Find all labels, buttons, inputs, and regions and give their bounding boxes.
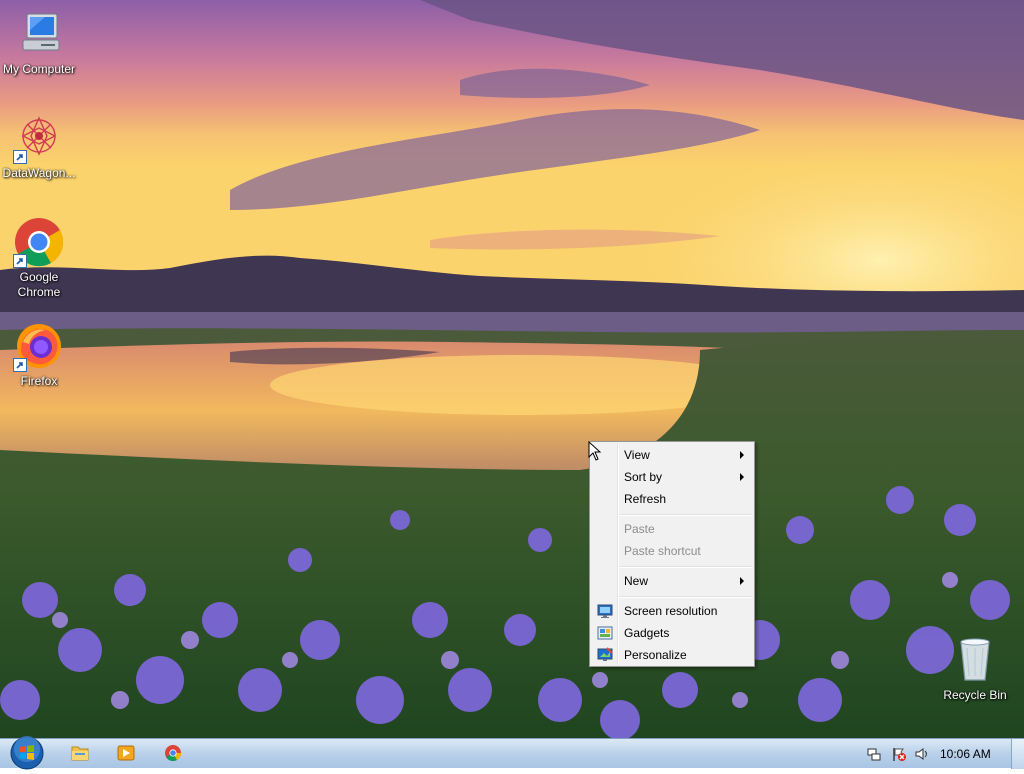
taskbar-clock[interactable]: 10:06 AM: [940, 747, 991, 761]
explorer-icon: [71, 746, 89, 761]
menu-item-label: Paste: [624, 522, 655, 536]
shortcut-arrow-icon: [13, 358, 27, 372]
action-center-flag-icon[interactable]: [891, 746, 907, 762]
mouse-cursor-icon: [588, 441, 602, 461]
desktop-icon-label: Firefox: [20, 374, 58, 388]
menu-item-label: View: [624, 448, 650, 462]
menu-item-label: Paste shortcut: [624, 544, 701, 558]
submenu-arrow-icon: [740, 473, 744, 481]
menu-item-personalize[interactable]: Personalize: [592, 644, 752, 666]
desktop-icon-my-computer[interactable]: My Computer: [0, 8, 78, 77]
desktop-icon-label: DataWagon...: [2, 166, 76, 180]
menu-item-new[interactable]: New: [592, 570, 752, 592]
menu-item-label: New: [624, 574, 649, 588]
volume-icon[interactable]: [914, 746, 930, 762]
personalize-icon: [597, 647, 613, 663]
menu-item-refresh[interactable]: Refresh: [592, 488, 752, 510]
screen-resolution-icon: [597, 603, 613, 619]
menu-item-paste-shortcut[interactable]: Paste shortcut: [592, 540, 752, 562]
menu-separator: [619, 596, 752, 598]
chrome-icon: [165, 745, 182, 762]
desktop-icon-label: Recycle Bin: [943, 688, 1007, 702]
submenu-arrow-icon: [740, 451, 744, 459]
desktop-icon-firefox[interactable]: Firefox: [0, 320, 78, 389]
menu-item-label: Gadgets: [624, 626, 670, 640]
show-desktop-button[interactable]: [1011, 739, 1024, 769]
my-computer-icon: [13, 8, 65, 60]
submenu-arrow-icon: [740, 577, 744, 585]
menu-item-label: Personalize: [624, 648, 687, 662]
menu-item-label: Screen resolution: [624, 604, 718, 618]
menu-item-label: Sort by: [624, 470, 663, 484]
network-icon[interactable]: [866, 746, 882, 762]
menu-item-label: Refresh: [624, 492, 667, 506]
gadgets-icon: [597, 625, 613, 641]
desktop-icon-label: Google Chrome: [17, 270, 61, 299]
datawagon-icon: [13, 112, 65, 164]
menu-item-view[interactable]: View: [592, 444, 752, 466]
taskbar-media-player-button[interactable]: [112, 741, 140, 765]
taskbar: 10:06 AM: [0, 735, 1024, 771]
start-orb-icon: [10, 736, 44, 770]
chrome-icon: [13, 216, 65, 268]
shortcut-arrow-icon: [13, 150, 27, 164]
desktop-icon-recycle-bin[interactable]: Recycle Bin: [936, 634, 1014, 703]
recycle-bin-icon: [949, 634, 1001, 686]
desktop-icon-google-chrome[interactable]: Google Chrome: [0, 216, 78, 300]
taskbar-chrome-button[interactable]: [159, 741, 187, 765]
menu-item-paste[interactable]: Paste: [592, 518, 752, 540]
menu-separator: [619, 566, 752, 568]
desktop-icon-datawagon[interactable]: DataWagon...: [0, 112, 78, 181]
start-button[interactable]: [8, 735, 46, 771]
desktop-wallpaper[interactable]: [0, 0, 1024, 738]
menu-item-gadgets[interactable]: Gadgets: [592, 622, 752, 644]
taskbar-explorer-button[interactable]: [66, 741, 94, 765]
firefox-icon: [13, 320, 65, 372]
media-player-icon: [117, 745, 135, 761]
menu-item-screen-resolution[interactable]: Screen resolution: [592, 600, 752, 622]
desktop-icon-label: My Computer: [2, 62, 76, 76]
menu-item-sort-by[interactable]: Sort by: [592, 466, 752, 488]
menu-separator: [619, 514, 752, 516]
shortcut-arrow-icon: [13, 254, 27, 268]
desktop-context-menu: View Sort by Refresh Paste Paste shortcu…: [589, 441, 755, 667]
